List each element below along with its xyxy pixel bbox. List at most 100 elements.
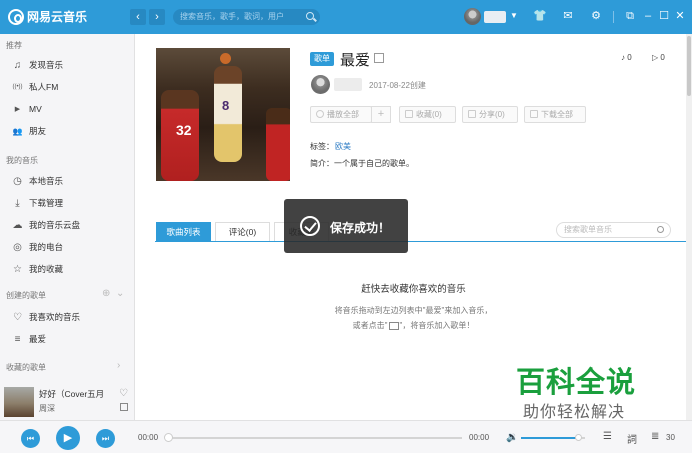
- previous-button[interactable]: ⏮: [21, 429, 40, 448]
- volume-knob[interactable]: [574, 434, 582, 441]
- sidebar-item-mv[interactable]: ▶ MV: [0, 100, 134, 118]
- play-all-button[interactable]: 播放全部: [310, 106, 372, 123]
- username-blurred[interactable]: [484, 11, 506, 23]
- basketball: [220, 53, 231, 64]
- share-label: 分享(0): [479, 110, 505, 119]
- checkmark-icon: [300, 216, 320, 236]
- sidebar-item-label: 朋友: [29, 126, 47, 136]
- volume-fill: [521, 437, 579, 439]
- chevron-right-icon[interactable]: ›: [117, 360, 120, 371]
- sidebar-item-label: 下载管理: [29, 198, 64, 208]
- now-playing-artist[interactable]: 周深: [39, 403, 55, 414]
- sidebar-item-fm[interactable]: ((•)) 私人FM: [0, 78, 134, 96]
- sidebar-item-label: 我的电台: [29, 242, 64, 252]
- scrollbar-thumb[interactable]: [687, 36, 691, 96]
- search-placeholder: 搜索音乐，歌手，歌词，用户: [180, 12, 284, 21]
- created-date: 2017-08-22创建: [369, 81, 426, 90]
- play-button[interactable]: ▶: [56, 426, 80, 450]
- sidebar-item-friends[interactable]: 👥 朋友: [0, 122, 134, 140]
- lyrics-icon[interactable]: 詞: [627, 431, 637, 446]
- tab-song-list[interactable]: 歌曲列表: [156, 222, 211, 241]
- sidebar-item-playlist-zuiai[interactable]: ≡ 最爱: [0, 330, 134, 348]
- playlist-cover: 8 32: [156, 48, 290, 181]
- sidebar-item-discover[interactable]: ♫ 发现音乐: [0, 56, 134, 74]
- user-menu-chevron-icon[interactable]: ▼: [510, 11, 518, 20]
- volume-slider[interactable]: [521, 434, 585, 441]
- heart-icon[interactable]: ♡: [119, 388, 128, 399]
- add-to-queue-button[interactable]: +: [371, 106, 391, 123]
- playlist-intro: 简介：一个属于自己的歌单。: [310, 159, 414, 168]
- cover-player-main: [214, 66, 242, 162]
- sidebar-item-downloads[interactable]: ⤓ 下载管理: [0, 194, 134, 212]
- mail-icon[interactable]: ✉: [562, 10, 574, 22]
- playlist-type-badge: 歌单: [310, 52, 334, 66]
- now-playing[interactable]: 好好（Cover五月 周深 ♡: [0, 384, 134, 420]
- volume-icon[interactable]: 🔉: [506, 432, 518, 443]
- collect-button[interactable]: 收藏(0): [399, 106, 456, 123]
- close-icon[interactable]: ✕: [674, 10, 686, 22]
- cloud-icon: ☁: [12, 219, 23, 231]
- app-name: 网易云音乐: [27, 10, 88, 24]
- sidebar-item-favorites[interactable]: ☆ 我的收藏: [0, 260, 134, 278]
- friends-icon: 👥: [12, 126, 23, 136]
- sidebar-item-label: 本地音乐: [29, 176, 64, 186]
- search-icon[interactable]: [657, 226, 664, 233]
- sidebar-item-label: 我的收藏: [29, 264, 64, 274]
- now-playing-title: 好好（Cover五月: [39, 389, 105, 399]
- tag-link[interactable]: 欧美: [335, 141, 351, 152]
- progress-bar[interactable]: [164, 433, 462, 442]
- tab-comments[interactable]: 评论(0): [215, 222, 270, 241]
- sidebar-item-label: MV: [29, 104, 42, 114]
- tabs-underline: [155, 241, 686, 242]
- download-icon: ⤓: [15, 197, 20, 209]
- creator-avatar[interactable]: [311, 75, 330, 94]
- scrollbar[interactable]: [686, 34, 692, 420]
- back-button[interactable]: ‹: [130, 9, 146, 25]
- cover-jersey-main: 8: [222, 98, 230, 113]
- mini-mode-icon[interactable]: ⧉: [624, 10, 636, 22]
- search-input[interactable]: 搜索音乐，歌手，歌词，用户: [173, 9, 320, 25]
- toast-message: 保存成功！: [330, 221, 391, 235]
- play-mode-icon[interactable]: ☰: [603, 431, 612, 442]
- minimize-icon[interactable]: –: [642, 10, 654, 22]
- download-all-label: 下载全部: [541, 110, 573, 119]
- sidebar-item-label: 发现音乐: [29, 60, 64, 70]
- user-avatar[interactable]: [464, 8, 481, 25]
- next-button[interactable]: ⏭: [96, 429, 115, 448]
- playlist-icon: ≡: [14, 333, 21, 345]
- play-icon: [316, 110, 324, 118]
- search-icon[interactable]: [306, 12, 314, 20]
- playlist-icon[interactable]: ≣: [651, 431, 659, 442]
- netease-music-icon: [8, 8, 24, 25]
- sidebar-item-radio[interactable]: ◎ 我的电台: [0, 238, 134, 256]
- add-to-playlist-icon: [388, 321, 399, 330]
- playlist-title: 最爱: [340, 52, 371, 69]
- creator-name-blurred[interactable]: [334, 78, 362, 91]
- radio-wave-icon: ((•)): [12, 83, 23, 90]
- cover-jersey-left: 32: [176, 122, 192, 138]
- maximize-icon[interactable]: ☐: [658, 10, 670, 22]
- sidebar-item-label: 私人FM: [29, 82, 59, 92]
- download-all-button[interactable]: 下载全部: [524, 106, 586, 123]
- section-collected-playlists: 收藏的歌单: [6, 363, 46, 372]
- sidebar-item-local-music[interactable]: ◷ 本地音乐: [0, 172, 134, 190]
- sidebar-item-label: 我的音乐云盘: [29, 220, 81, 230]
- forward-button[interactable]: ›: [149, 9, 165, 25]
- now-playing-cover[interactable]: [4, 387, 34, 417]
- empty-state-line1: 将音乐拖动到左边列表中"最爱"来加入音乐，: [334, 306, 493, 315]
- shirt-icon[interactable]: 👕: [533, 10, 547, 22]
- total-time: 00:00: [469, 433, 490, 442]
- song-count-value: 0: [627, 53, 632, 62]
- app-logo[interactable]: 网易云音乐: [8, 8, 87, 25]
- playlist-search-input[interactable]: 搜索歌单音乐: [556, 222, 671, 238]
- play-count-value: 0: [660, 53, 665, 62]
- edit-icon[interactable]: [374, 53, 384, 63]
- gear-icon[interactable]: ⚙: [590, 10, 602, 22]
- share-button[interactable]: 分享(0): [462, 106, 518, 123]
- toast: 保存成功！: [284, 199, 408, 253]
- radio-icon: ◎: [13, 241, 22, 253]
- share-icon[interactable]: [120, 403, 128, 411]
- empty-state-title: 赶快去收藏你喜欢的音乐: [361, 284, 466, 295]
- sidebar-item-cloud[interactable]: ☁ 我的音乐云盘: [0, 216, 134, 234]
- progress-knob[interactable]: [164, 433, 173, 442]
